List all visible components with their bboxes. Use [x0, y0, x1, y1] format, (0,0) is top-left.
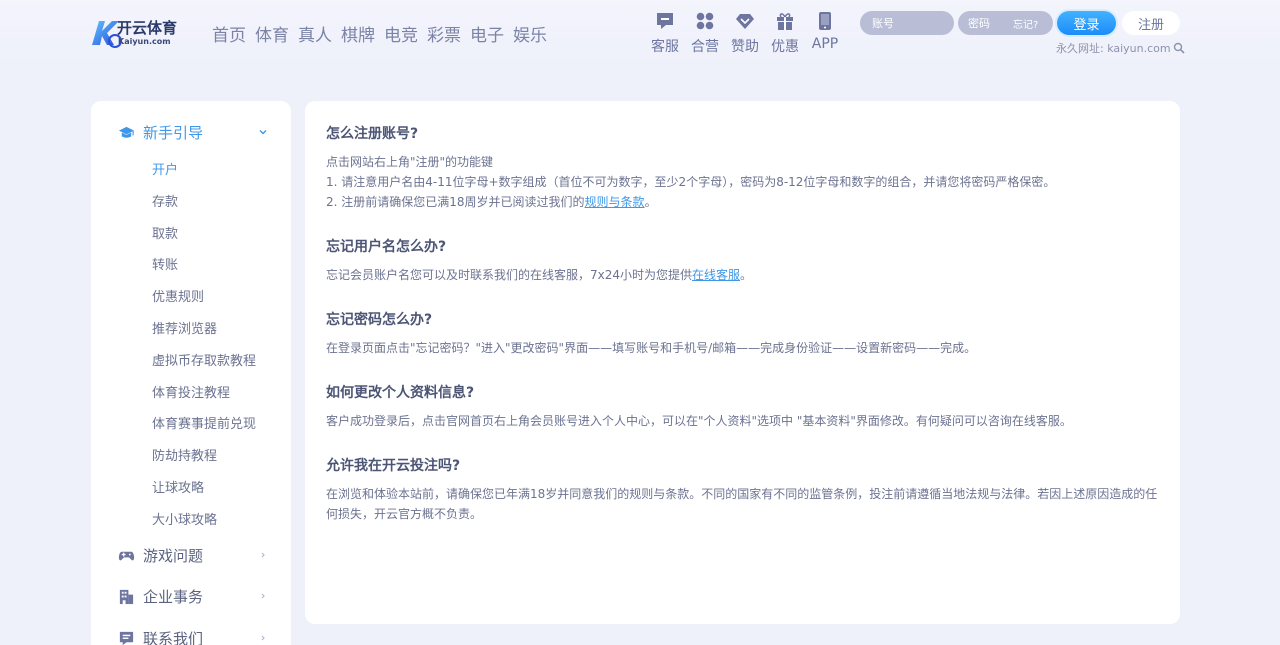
faq-question: 允许我在开云投注吗? — [326, 458, 461, 474]
nav-live[interactable]: 真人 — [298, 21, 332, 46]
sidebar-item-open-account[interactable]: 开户 — [152, 159, 256, 191]
faq-answer-line: 2. 注册前请确保您已满18周岁并已阅读过我们的规则与条款。 — [326, 195, 657, 209]
tool-partnership[interactable]: 合营 — [685, 11, 725, 56]
sidebar-group-game-issues[interactable]: 游戏问题 — [118, 544, 268, 566]
forgot-password-link[interactable]: 忘记? — [1013, 16, 1038, 31]
main-nav: 首页 体育 真人 棋牌 电竞 彩票 电子 娱乐 — [212, 21, 556, 46]
faq-question: 如何更改个人资料信息? — [326, 385, 475, 401]
nav-entertainment[interactable]: 娱乐 — [513, 21, 547, 46]
nav-lottery[interactable]: 彩票 — [427, 21, 461, 46]
faq-answer-line: 1. 请注意用户名由4-11位字母+数字组成（首位不可为数字，至少2个字母），密… — [326, 175, 1056, 189]
tool-promotions[interactable]: 优惠 — [765, 11, 805, 56]
faq-answer-line: 在浏览和体验本站前，请确保您已年满18岁并同意我们的规则与条款。不同的国家有不同… — [326, 487, 1158, 521]
nav-esports[interactable]: 电竞 — [384, 21, 418, 46]
search-icon[interactable] — [1173, 42, 1185, 54]
sidebar-item-crypto-tutorial[interactable]: 虚拟币存取款教程 — [152, 350, 256, 382]
tool-sponsor[interactable]: 赞助 — [725, 11, 765, 56]
sidebar-item-over-under-guide[interactable]: 大小球攻略 — [152, 509, 256, 541]
chevron-down-icon — [259, 130, 267, 135]
sidebar-item-deposit[interactable]: 存款 — [152, 191, 256, 223]
faq-item-allowed-to-bet: 允许我在开云投注吗? 在浏览和体验本站前，请确保您已年满18岁并同意我们的规则与… — [326, 455, 1159, 524]
brand-logo[interactable]: 开云体育 Kaiyun.com — [90, 17, 200, 49]
nav-sports[interactable]: 体育 — [255, 21, 289, 46]
building-icon — [119, 589, 134, 604]
sidebar-sub-list: 开户 存款 取款 转账 优惠规则 推荐浏览器 虚拟币存取款教程 体育投注教程 体… — [152, 159, 256, 541]
chevron-right-icon — [261, 635, 265, 641]
tool-app[interactable]: APP — [805, 11, 845, 56]
faq-item-edit-profile: 如何更改个人资料信息? 客户成功登录后，点击官网首页右上角会员账号进入个人中心，… — [326, 382, 1159, 431]
password-input[interactable] — [958, 11, 1053, 35]
faq-question: 怎么注册账号? — [326, 126, 419, 142]
faq-answer-line: 忘记会员账户名您可以及时联系我们的在线客服，7x24小时为您提供在线客服。 — [326, 268, 753, 282]
graduation-cap-icon — [118, 126, 135, 138]
faq-answer-line: 点击网站右上角"注册"的功能键 — [326, 155, 494, 169]
tool-customer-service[interactable]: 客服 — [645, 11, 685, 56]
sidebar-item-anti-hijack[interactable]: 防劫持教程 — [152, 445, 256, 477]
sidebar-item-browsers[interactable]: 推荐浏览器 — [152, 318, 256, 350]
top-header: 开云体育 Kaiyun.com 首页 体育 真人 棋牌 电竞 彩票 电子 娱乐 … — [0, 0, 1280, 80]
sidebar-item-transfer[interactable]: 转账 — [152, 254, 256, 286]
gamepad-icon — [118, 551, 135, 560]
header-tools: 客服 合营 赞助 优惠 APP — [645, 11, 845, 56]
nav-slots[interactable]: 电子 — [470, 21, 504, 46]
login-area: 忘记? 登录 注册 永久网址: kaiyun.com — [860, 11, 1185, 61]
sidebar-item-sports-betting-tutorial[interactable]: 体育投注教程 — [152, 382, 256, 414]
sidebar-group-beginner-guide[interactable]: 新手引导 — [118, 121, 268, 143]
login-button[interactable]: 登录 — [1057, 11, 1116, 35]
chevron-right-icon — [261, 552, 265, 558]
sidebar-item-handicap-guide[interactable]: 让球攻略 — [152, 477, 256, 509]
help-sidebar: 新手引导 开户 存款 取款 转账 优惠规则 推荐浏览器 虚拟币存取款教程 体育投… — [91, 101, 291, 645]
faq-item-forgot-password: 忘记密码怎么办? 在登录页面点击"忘记密码？"进入"更改密码"界面——填写账号和… — [326, 309, 1159, 358]
sidebar-item-cashout[interactable]: 体育赛事提前兑现 — [152, 413, 256, 445]
chat-icon — [657, 13, 673, 29]
sidebar-item-withdraw[interactable]: 取款 — [152, 223, 256, 255]
grid-icon — [696, 12, 714, 30]
faq-item-register: 怎么注册账号? 点击网站右上角"注册"的功能键 1. 请注意用户名由4-11位字… — [326, 123, 1159, 212]
faq-content: 怎么注册账号? 点击网站右上角"注册"的功能键 1. 请注意用户名由4-11位字… — [305, 101, 1180, 624]
sidebar-group-business-affairs[interactable]: 企业事务 — [118, 585, 268, 607]
permanent-url: 永久网址: kaiyun.com — [1056, 40, 1185, 56]
nav-cards[interactable]: 棋牌 — [341, 21, 375, 46]
gift-icon — [777, 13, 793, 30]
online-service-link[interactable]: 在线客服 — [692, 268, 740, 282]
terms-link[interactable]: 规则与条款 — [585, 195, 645, 209]
faq-question: 忘记密码怎么办? — [326, 312, 433, 328]
chevron-right-icon — [261, 593, 265, 599]
sidebar-item-promo-rules[interactable]: 优惠规则 — [152, 286, 256, 318]
brand-name: 开云体育 — [117, 19, 178, 37]
faq-question: 忘记用户名怎么办? — [326, 239, 447, 255]
account-input[interactable] — [860, 11, 954, 35]
message-icon — [119, 631, 134, 645]
nav-home[interactable]: 首页 — [212, 21, 246, 46]
register-button[interactable]: 注册 — [1122, 11, 1180, 35]
brand-sub: Kaiyun.com — [118, 37, 171, 46]
faq-answer-line: 客户成功登录后，点击官网首页右上角会员账号进入个人中心，可以在"个人资料"选项中… — [326, 414, 1072, 428]
sidebar-group-contact-us[interactable]: 联系我们 — [118, 627, 268, 645]
phone-icon — [819, 12, 831, 30]
diamond-icon — [736, 14, 754, 29]
faq-item-forgot-username: 忘记用户名怎么办? 忘记会员账户名您可以及时联系我们的在线客服，7x24小时为您… — [326, 236, 1159, 285]
faq-answer-line: 在登录页面点击"忘记密码？"进入"更改密码"界面——填写账号和手机号/邮箱——完… — [326, 341, 977, 355]
